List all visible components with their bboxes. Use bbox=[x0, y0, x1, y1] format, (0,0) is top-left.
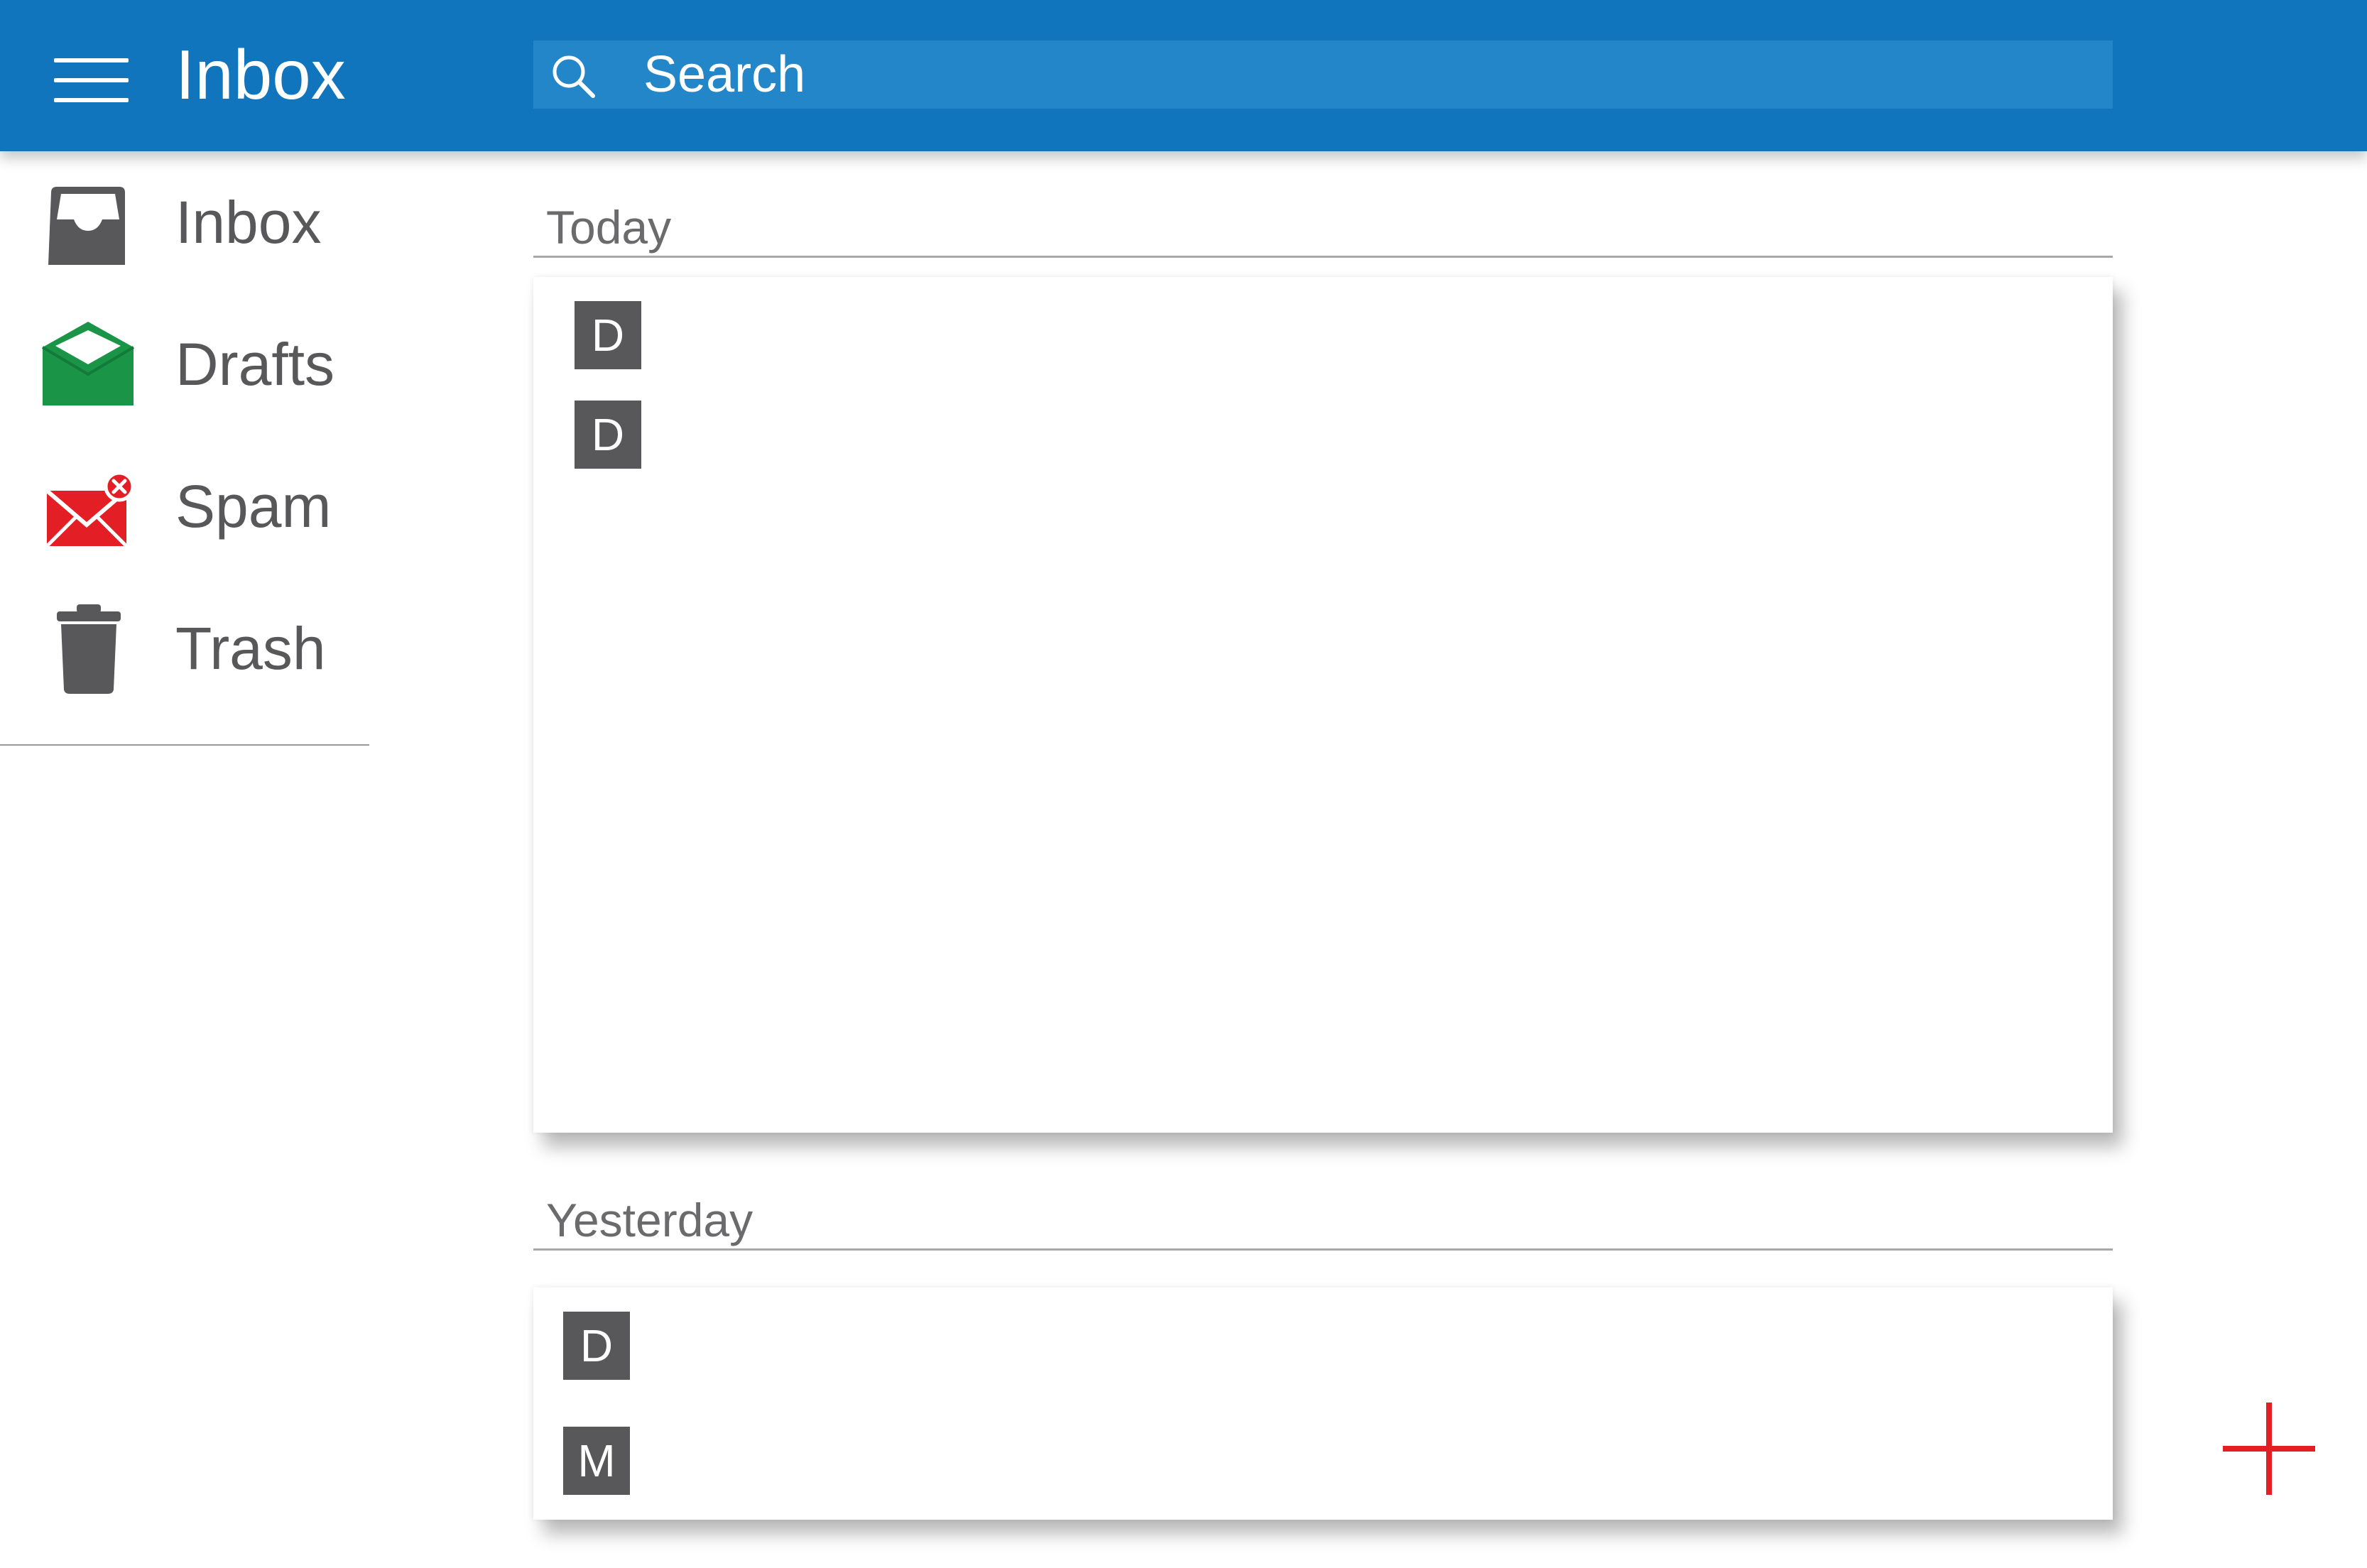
sidebar-item-drafts[interactable]: Drafts bbox=[0, 293, 369, 407]
avatar: D bbox=[575, 301, 641, 369]
message-list-yesterday: D M bbox=[533, 1287, 2113, 1520]
inbox-tray-icon bbox=[48, 187, 125, 265]
sidebar: Inbox Drafts Spam Trash bbox=[0, 151, 369, 746]
search-input[interactable] bbox=[643, 40, 2064, 109]
trash-can-icon bbox=[57, 604, 121, 694]
section-title: Yesterday bbox=[546, 1194, 753, 1246]
avatar: D bbox=[563, 1312, 630, 1380]
sidebar-item-spam[interactable]: Spam bbox=[0, 435, 369, 549]
hamburger-menu-icon[interactable] bbox=[54, 58, 129, 102]
section-header-yesterday: Yesterday bbox=[533, 1185, 2113, 1251]
sidebar-item-label: Spam bbox=[175, 473, 332, 540]
list-item[interactable]: D bbox=[533, 1312, 2113, 1390]
open-envelope-icon bbox=[41, 322, 135, 405]
section-header-today: Today bbox=[533, 192, 2113, 258]
page-title: Inbox bbox=[175, 36, 346, 114]
avatar: M bbox=[563, 1427, 630, 1495]
search-icon bbox=[553, 55, 595, 98]
sidebar-item-trash[interactable]: Trash bbox=[0, 577, 369, 694]
plus-icon[interactable] bbox=[2223, 1403, 2315, 1495]
message-list-today: D D bbox=[533, 277, 2113, 1133]
search-bar[interactable] bbox=[533, 40, 2113, 109]
sidebar-item-label: Drafts bbox=[175, 331, 335, 398]
section-title: Today bbox=[546, 201, 672, 254]
sidebar-item-label: Trash bbox=[175, 615, 326, 682]
avatar: D bbox=[575, 401, 641, 469]
envelope-error-icon bbox=[45, 471, 135, 548]
sidebar-item-label: Inbox bbox=[175, 189, 322, 256]
app-header: Inbox bbox=[0, 0, 2367, 151]
list-item[interactable]: D bbox=[533, 301, 2113, 379]
sidebar-item-inbox[interactable]: Inbox bbox=[0, 151, 369, 265]
list-item[interactable]: D bbox=[533, 401, 2113, 479]
list-item[interactable]: M bbox=[533, 1427, 2113, 1505]
